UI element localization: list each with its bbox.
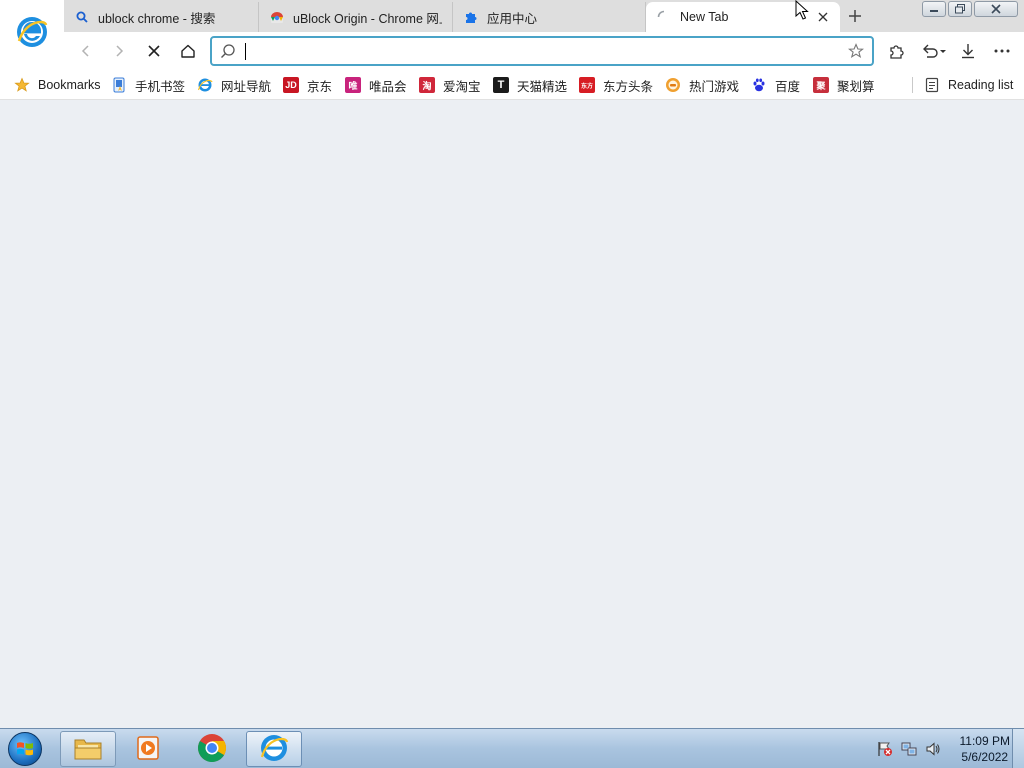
bookmark-label: 网址导航 [221,79,272,94]
browser-logo-icon[interactable] [0,0,64,64]
action-center-flag-icon[interactable] [876,740,894,758]
tab-strip: ublock chrome - 搜索 uBlock Origin - Chrom… [0,0,1024,64]
favorite-star-icon[interactable] [847,43,865,62]
bookmark-dftt[interactable]: 东方 东方头条 [579,75,653,95]
tmall-icon: T [493,77,509,93]
tab-title: uBlock Origin - Chrome 网上应用店 [293,11,442,26]
show-desktop-button[interactable] [1012,729,1024,768]
tab-app-center[interactable]: 应用中心 [453,2,646,32]
bookmark-label: 手机书签 [135,79,186,94]
tab-ublock-origin-store[interactable]: uBlock Origin - Chrome 网上应用店 [259,2,453,32]
taskbar-chrome[interactable] [184,731,240,767]
bookmark-aitaobao[interactable]: 淘 爱淘宝 [419,75,481,95]
bookmark-bookmarks[interactable]: Bookmarks [14,75,101,95]
chrome-web-store-icon [269,9,285,25]
bookmark-baidu[interactable]: 百度 [751,75,800,95]
bookmark-hot-games[interactable]: 热门游戏 [665,75,739,95]
bookmark-label: 天猫精选 [517,79,568,94]
download-button[interactable] [954,37,982,65]
clock-time: 11:09 PM [959,734,1010,748]
minimize-button[interactable] [922,1,946,17]
bookmark-mobile[interactable]: 手机书签 [111,75,185,95]
mouse-cursor-icon [795,0,811,25]
bookmark-vip[interactable]: 唯 唯品会 [345,75,407,95]
home-button[interactable] [174,37,202,65]
reading-list-button[interactable]: Reading list [924,75,1013,95]
vip-icon: 唯 [345,77,361,93]
bookmark-label: 热门游戏 [689,79,740,94]
text-caret [245,43,246,60]
bookmark-jd[interactable]: JD 京东 [283,75,332,95]
close-window-button[interactable] [974,1,1018,17]
start-button[interactable] [4,731,46,767]
taskbar-media-player[interactable] [120,731,176,767]
star-icon [14,77,30,93]
more-menu-button[interactable] [988,37,1016,65]
bookmark-label: 唯品会 [369,79,407,94]
clock-date: 5/6/2022 [961,750,1009,764]
loading-spinner-icon [656,9,672,25]
system-tray: 11:09 PM 5/6/2022 [870,729,1010,768]
bookmark-tmall[interactable]: T 天猫精选 [493,75,567,95]
tmall-glyph: T [497,79,505,91]
window-controls [922,1,1018,17]
restore-button[interactable] [948,1,972,17]
juhuasuan-icon: 聚 [813,77,829,93]
undo-close-tab-button[interactable] [918,37,950,65]
windows-logo-icon [8,732,42,766]
puzzle-icon [463,9,479,25]
mobile-bookmark-icon [111,77,127,93]
dftt-icon: 东方 [579,77,595,93]
back-button[interactable] [72,37,100,65]
close-tab-icon[interactable] [816,10,830,24]
bookmark-label: 京东 [307,79,333,94]
system-clock[interactable]: 11:09 PM 5/6/2022 [960,733,1010,765]
chrome-icon [197,733,227,766]
aitaobao-icon: 淘 [419,77,435,93]
bookmark-url-nav[interactable]: 网址导航 [197,75,271,95]
tab-title: 应用中心 [487,11,538,26]
tab-ublock-search[interactable]: ublock chrome - 搜索 [64,2,259,32]
browser-e-icon [259,733,289,766]
reading-list-icon [924,77,940,93]
bookmark-label: 爱淘宝 [443,79,481,94]
game-icon [665,77,681,93]
page-content-area[interactable] [0,101,1024,727]
bookmark-label: 百度 [775,79,801,94]
windows-taskbar: 11:09 PM 5/6/2022 [0,728,1024,768]
bookmarks-bar: Bookmarks 手机书签 网址导航 JD 京东 唯 唯品会 淘 爱淘宝 T … [0,70,1024,100]
jd-icon: JD [283,77,299,93]
reading-list-label: Reading list [948,78,1014,92]
bookmark-label: Bookmarks [38,78,101,92]
bookmarks-divider [912,77,913,93]
forward-button[interactable] [105,37,133,65]
stop-loading-button[interactable] [140,37,168,65]
tab-title: New Tab [680,10,729,24]
baidu-paw-icon [751,77,767,93]
address-bar[interactable] [210,36,874,66]
address-input[interactable] [242,41,842,61]
volume-icon[interactable] [924,740,942,758]
tab-title: ublock chrome - 搜索 [98,11,216,26]
media-player-icon [134,734,162,765]
search-icon [74,9,90,25]
bookmark-label: 东方头条 [603,79,654,94]
search-icon [220,43,236,62]
ie-e-icon [197,77,213,93]
bookmark-label: 聚划算 [837,79,875,94]
extensions-button[interactable] [882,37,910,65]
new-tab-button[interactable] [842,3,868,29]
taskbar-browser-active[interactable] [246,731,302,767]
navigation-toolbar [0,32,1024,70]
folder-icon [73,735,103,764]
bookmark-juhuasuan[interactable]: 聚 聚划算 [813,75,875,95]
network-icon[interactable] [900,740,918,758]
taskbar-file-explorer[interactable] [60,731,116,767]
